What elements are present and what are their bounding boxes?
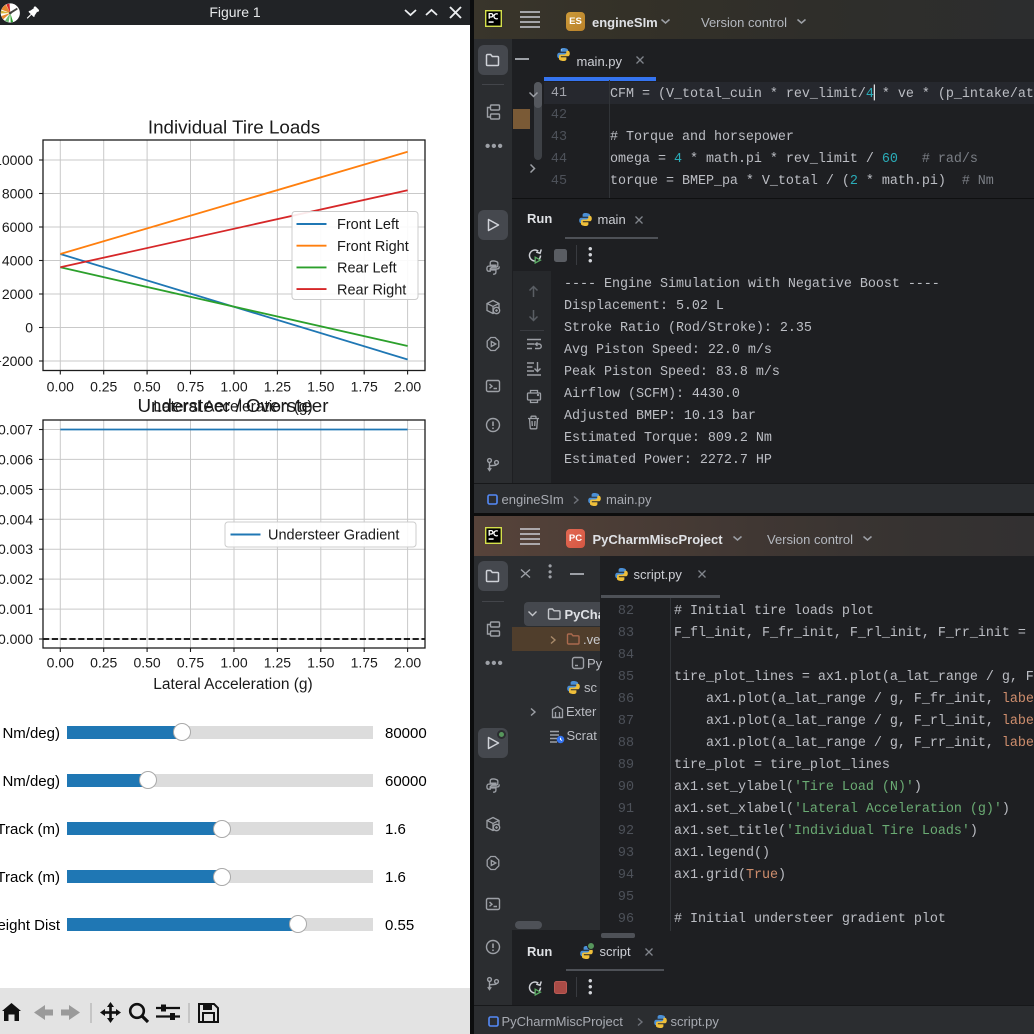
svg-text:0.25: 0.25: [90, 655, 117, 671]
svg-text:0.000: 0.000: [0, 631, 33, 647]
svg-text:1.25: 1.25: [264, 379, 291, 395]
svg-text:6000: 6000: [2, 219, 33, 235]
svg-text:0.75: 0.75: [177, 379, 204, 395]
svg-text:0.25: 0.25: [90, 379, 117, 395]
svg-text:Individual Tire Loads: Individual Tire Loads: [148, 117, 320, 138]
svg-text:1.50: 1.50: [307, 379, 334, 395]
svg-text:4000: 4000: [2, 253, 33, 269]
svg-text:1.50: 1.50: [307, 655, 334, 671]
svg-text:0.006: 0.006: [0, 451, 33, 467]
svg-text:0.50: 0.50: [133, 655, 160, 671]
svg-text:Front Left: Front Left: [337, 217, 399, 233]
svg-text:Rear Right: Rear Right: [337, 282, 406, 298]
svg-text:Lateral Acceleration (g): Lateral Acceleration (g): [153, 676, 312, 693]
svg-text:0.002: 0.002: [0, 571, 33, 587]
svg-text:0.004: 0.004: [0, 511, 33, 527]
svg-text:1.00: 1.00: [220, 379, 247, 395]
svg-text:Front Right: Front Right: [337, 239, 409, 255]
svg-text:1.75: 1.75: [351, 655, 378, 671]
svg-text:0.003: 0.003: [0, 541, 33, 557]
svg-text:2.00: 2.00: [394, 655, 421, 671]
svg-text:Understeer Gradient: Understeer Gradient: [268, 528, 399, 544]
svg-text:0.005: 0.005: [0, 481, 33, 497]
svg-text:0.00: 0.00: [47, 655, 74, 671]
svg-text:0.001: 0.001: [0, 601, 33, 617]
svg-text:2000: 2000: [2, 286, 33, 302]
svg-text:−2000: −2000: [0, 353, 33, 369]
svg-text:2.00: 2.00: [394, 379, 421, 395]
svg-text:1.00: 1.00: [220, 655, 247, 671]
svg-text:0.75: 0.75: [177, 655, 204, 671]
svg-text:8000: 8000: [2, 186, 33, 202]
svg-text:0: 0: [25, 320, 33, 336]
svg-text:0.007: 0.007: [0, 422, 33, 438]
svg-text:Rear Left: Rear Left: [337, 261, 397, 277]
svg-text:0.00: 0.00: [47, 379, 74, 395]
svg-text:1.75: 1.75: [351, 379, 378, 395]
svg-text:1.25: 1.25: [264, 655, 291, 671]
svg-text:Understeer / Oversteer: Understeer / Oversteer: [137, 395, 328, 416]
svg-text:0.50: 0.50: [133, 379, 160, 395]
svg-text:10000: 10000: [0, 152, 33, 168]
